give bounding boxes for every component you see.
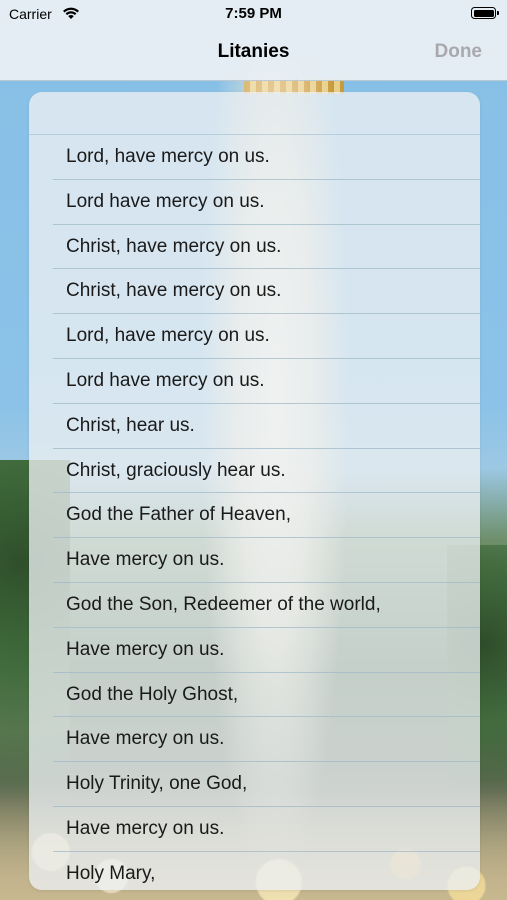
- status-bar: Carrier 7:59 PM: [0, 0, 507, 28]
- litany-line[interactable]: Have mercy on us.: [29, 807, 480, 852]
- litany-line[interactable]: Have mercy on us.: [29, 717, 480, 762]
- litany-line[interactable]: God the Son, Redeemer of the world,: [29, 583, 480, 628]
- litany-card: Lord, have mercy on us. Lord have mercy o…: [29, 92, 480, 890]
- page-title: Litanies: [217, 41, 290, 62]
- battery-icon: [471, 7, 499, 19]
- litany-list[interactable]: Lord, have mercy on us. Lord have mercy o…: [29, 135, 480, 890]
- litany-line[interactable]: Christ, hear us.: [29, 404, 480, 449]
- litany-line[interactable]: Lord have mercy on us.: [29, 180, 480, 225]
- card-header: [29, 92, 480, 135]
- done-button[interactable]: Done: [435, 41, 483, 63]
- litany-line[interactable]: Have mercy on us.: [29, 538, 480, 583]
- litany-line[interactable]: Lord, have mercy on us.: [29, 135, 480, 180]
- litany-line[interactable]: God the Holy Ghost,: [29, 673, 480, 718]
- litany-line[interactable]: Christ, graciously hear us.: [29, 449, 480, 494]
- litany-line[interactable]: God the Father of Heaven,: [29, 493, 480, 538]
- navigation-bar: Litanies Done: [0, 28, 507, 81]
- litany-line[interactable]: Holy Mary,: [29, 852, 480, 890]
- litany-line[interactable]: Holy Trinity, one God,: [29, 762, 480, 807]
- litany-line[interactable]: Lord, have mercy on us.: [29, 314, 480, 359]
- litany-line[interactable]: Lord have mercy on us.: [29, 359, 480, 404]
- litany-line[interactable]: Have mercy on us.: [29, 628, 480, 673]
- status-time: 7:59 PM: [225, 5, 282, 22]
- litany-line[interactable]: Christ, have mercy on us.: [29, 269, 480, 314]
- litany-line[interactable]: Christ, have mercy on us.: [29, 225, 480, 270]
